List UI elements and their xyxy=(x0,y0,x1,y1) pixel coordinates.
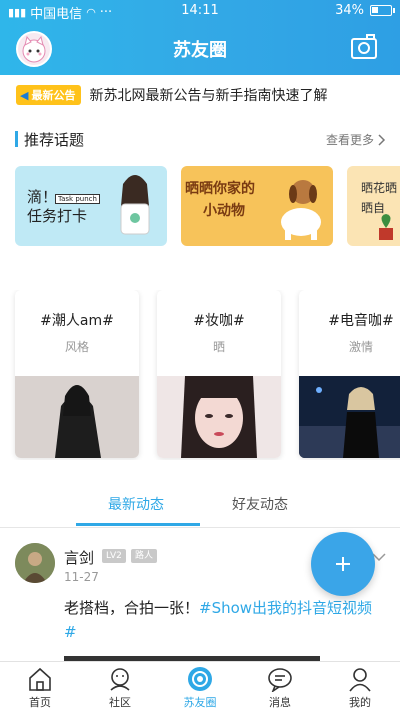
banner-line1: 晒晒你家的 xyxy=(185,181,255,197)
banner-line1: 晒花晒 xyxy=(361,181,398,195)
topic-cards: #潮人am# 风格 #妆咖# 晒 #电音咖# 激情 xyxy=(0,290,400,460)
topic-subtitle: 晒 xyxy=(212,340,225,354)
post-author-avatar[interactable] xyxy=(15,543,55,583)
topic-card[interactable]: #妆咖# 晒 xyxy=(157,290,281,458)
bottom-nav: 首页 社区 苏友圈 消息 我的 xyxy=(0,661,400,711)
section-accent-bar xyxy=(15,131,18,147)
topic-card[interactable]: #潮人am# 风格 xyxy=(15,290,139,458)
nav-label: 社区 xyxy=(109,696,131,709)
banner-text: 晒晒你家的 小动物 xyxy=(185,178,255,222)
topic-photo xyxy=(15,376,139,458)
notice-bar[interactable]: ◀ 最新公告 新苏北网最新公告与新手指南快速了解 xyxy=(0,75,400,115)
camera-button[interactable] xyxy=(350,34,378,60)
avatar-photo xyxy=(15,543,55,583)
post-date: 11-27 xyxy=(64,570,99,584)
banner-task-punch[interactable]: 滴！ 任务打卡 Task punch xyxy=(15,166,167,246)
post-text: 老搭档，合拍一张！ xyxy=(64,599,200,617)
see-more-label: 查看更多 xyxy=(325,133,374,147)
nav-home[interactable]: 首页 xyxy=(0,662,80,711)
nav-messages[interactable]: 消息 xyxy=(240,662,320,711)
status-right: 34% xyxy=(335,3,395,18)
topic-title: #妆咖# xyxy=(193,313,245,329)
section-title: 推荐话题 xyxy=(24,131,85,149)
level-badge: LV2 xyxy=(102,549,126,563)
plant-icon xyxy=(379,214,393,240)
top-bar: ▮▮▮ 中国电信 ◠ ··· 14:11 34% 苏友圈 xyxy=(0,0,400,75)
active-tab-indicator xyxy=(76,523,200,526)
banner-carousel: 滴！ 任务打卡 Task punch 晒晒你家的 小动物 晒花晒 晒自 xyxy=(0,166,400,248)
topic-subtitle: 激情 xyxy=(348,340,373,354)
role-badge: 路人 xyxy=(131,549,158,563)
profile-icon xyxy=(349,668,371,692)
community-icon xyxy=(110,668,130,691)
nav-label: 我的 xyxy=(349,696,371,709)
header: 苏友圈 xyxy=(0,22,400,75)
tab-latest[interactable]: 最新动态 xyxy=(108,494,164,514)
dog-illustration xyxy=(281,180,321,240)
nav-label: 消息 xyxy=(269,696,291,709)
banner-line2: 任务打卡 xyxy=(27,207,88,225)
camera-icon xyxy=(351,34,377,59)
circle-icon xyxy=(188,667,212,691)
message-icon xyxy=(268,668,292,692)
banner-flowers[interactable]: 晒花晒 晒自 xyxy=(347,166,400,246)
tab-friends[interactable]: 好友动态 xyxy=(232,494,288,514)
add-post-button[interactable] xyxy=(311,532,375,596)
status-bar: ▮▮▮ 中国电信 ◠ ··· 14:11 34% xyxy=(0,0,400,22)
nav-profile[interactable]: 我的 xyxy=(320,662,400,711)
notice-badge-label: 最新公告 xyxy=(31,89,76,102)
banner-tag: Task punch xyxy=(55,194,100,204)
notice-text: 新苏北网最新公告与新手指南快速了解 xyxy=(89,88,328,104)
topic-title: #电音咖# xyxy=(328,313,394,329)
battery-percent: 34% xyxy=(335,3,364,18)
topic-card[interactable]: #电音咖# 激情 xyxy=(299,290,400,458)
nav-community[interactable]: 社区 xyxy=(80,662,160,711)
topic-title: #潮人am# xyxy=(40,313,114,329)
post-content: 老搭档，合拍一张！#Show出我的抖音短视频# xyxy=(64,596,374,644)
home-icon xyxy=(29,667,51,691)
nav-circle[interactable]: 苏友圈 xyxy=(160,662,240,711)
nav-label: 首页 xyxy=(29,696,51,709)
chevron-right-icon xyxy=(378,133,386,146)
nav-label: 苏友圈 xyxy=(183,696,217,709)
topic-photo xyxy=(299,376,400,458)
notice-badge: ◀ 最新公告 xyxy=(16,85,82,105)
megaphone-icon: ◀ xyxy=(20,88,29,102)
topic-subtitle: 风格 xyxy=(64,340,89,354)
topic-photo xyxy=(157,376,281,458)
page-title: 苏友圈 xyxy=(173,40,227,61)
recommended-topics-header: 推荐话题 查看更多 xyxy=(0,128,400,152)
post-author-name[interactable]: 言剑 xyxy=(64,547,94,568)
girl-illustration xyxy=(120,175,150,235)
battery-icon xyxy=(370,5,395,16)
banner-pets[interactable]: 晒晒你家的 小动物 xyxy=(181,166,333,246)
see-more-link[interactable]: 查看更多 xyxy=(326,131,386,148)
feed-tabs: 最新动态 好友动态 xyxy=(0,490,400,528)
banner-line2: 小动物 xyxy=(203,203,245,219)
